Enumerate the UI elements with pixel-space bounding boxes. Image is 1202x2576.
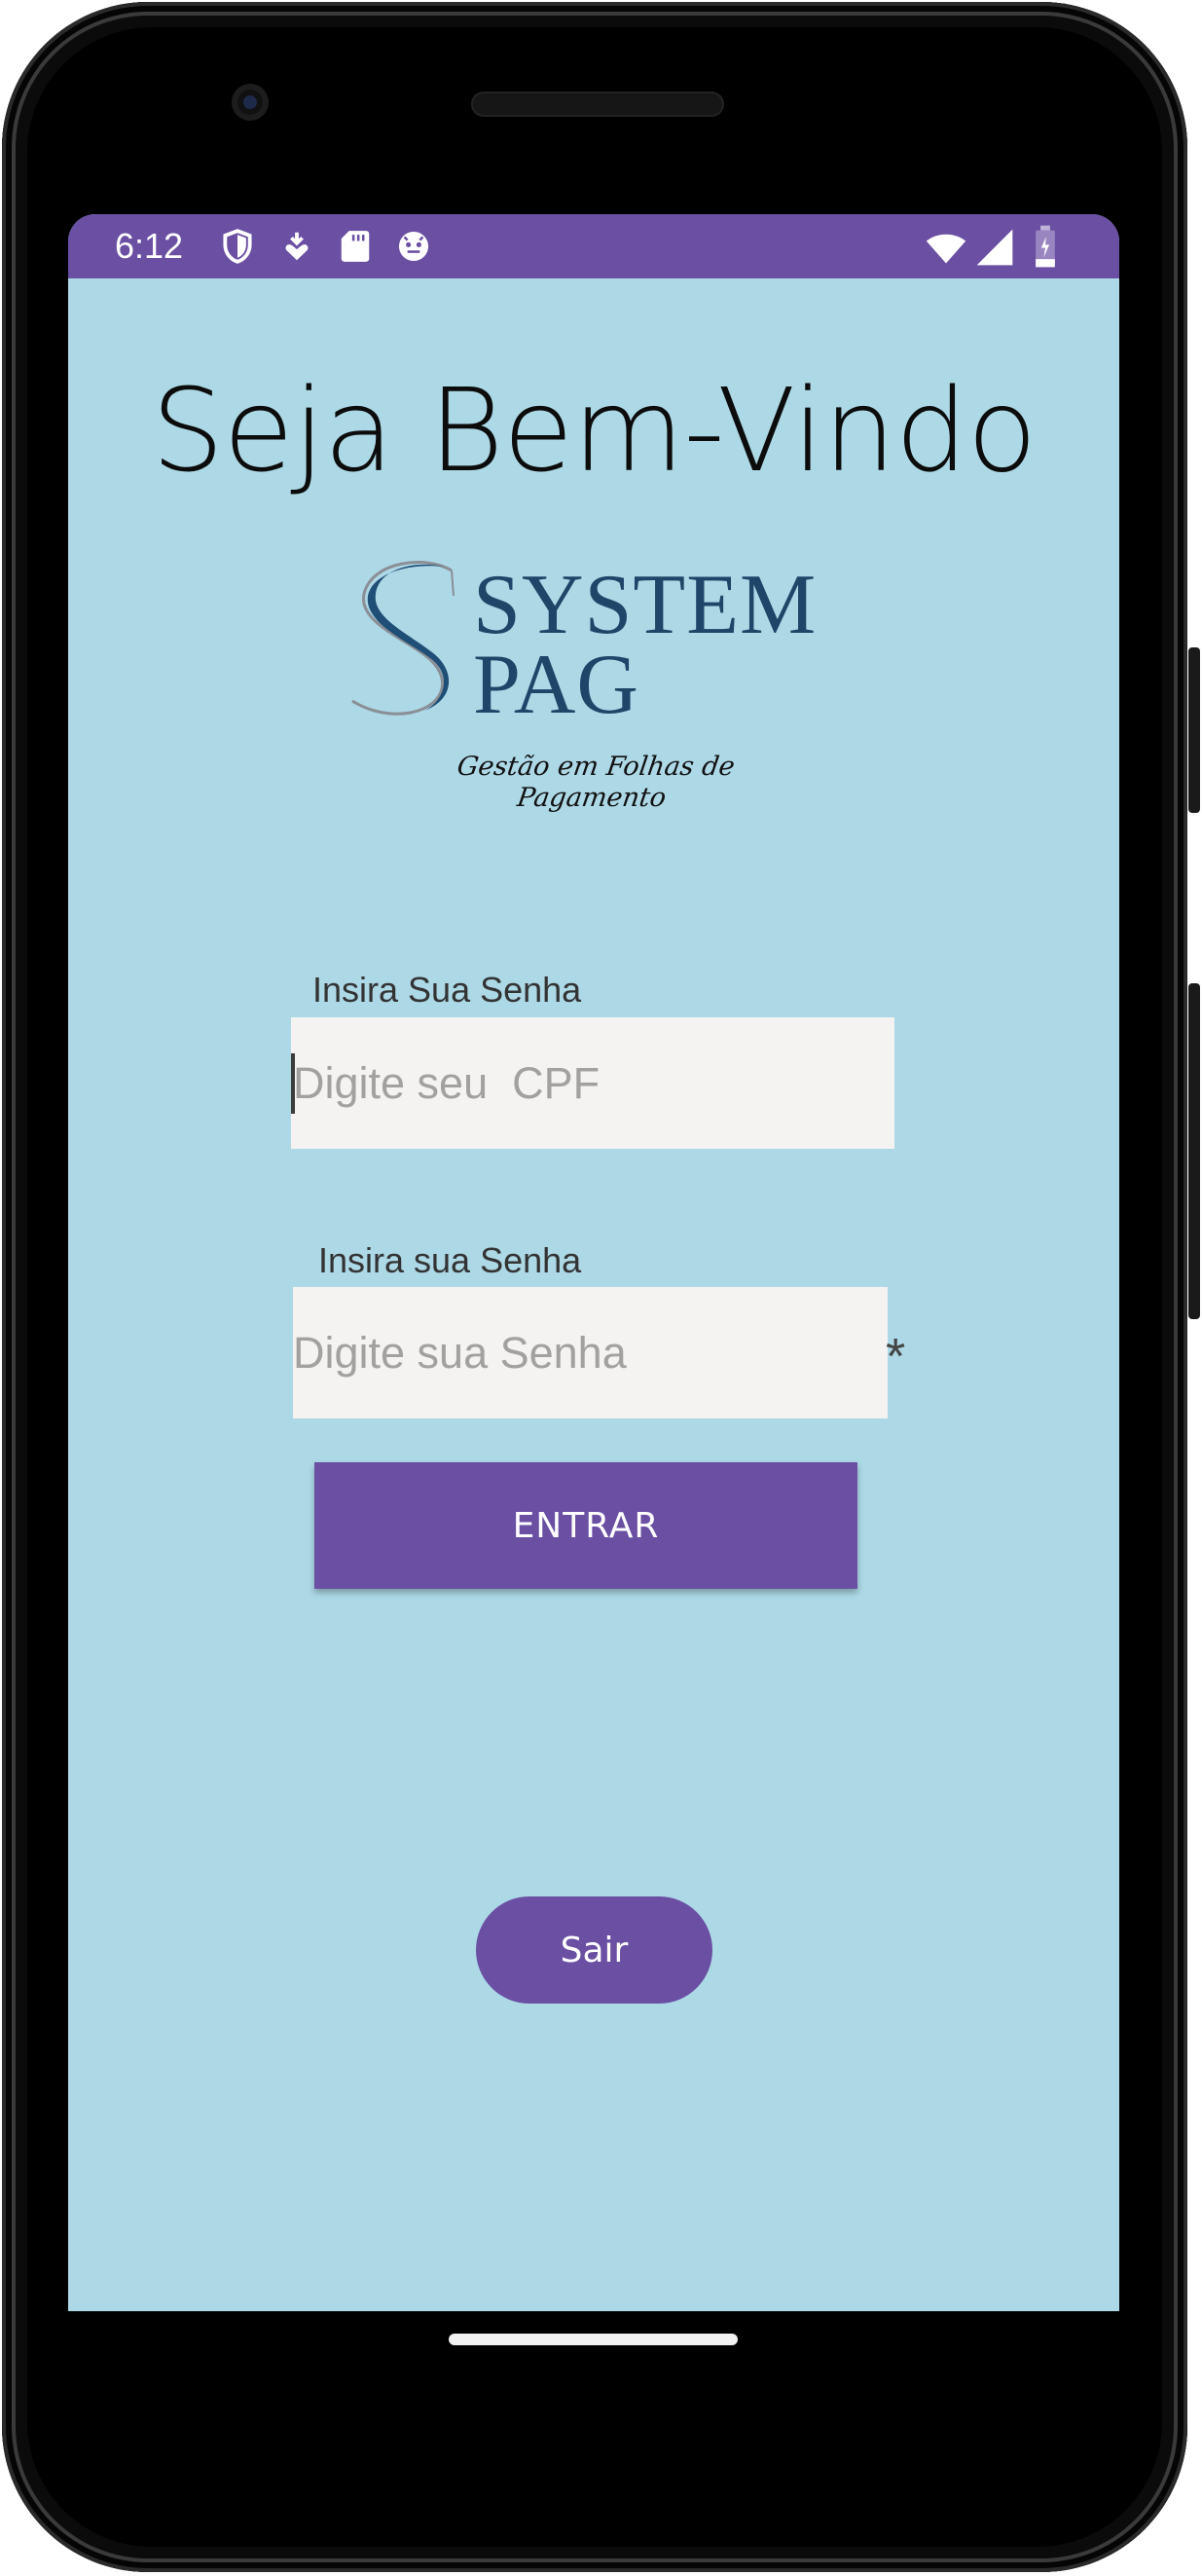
- welcome-title: Seja Bem-Vindo: [151, 363, 1037, 497]
- front-camera: [232, 84, 269, 121]
- cpf-input[interactable]: [291, 1017, 894, 1149]
- enter-button[interactable]: ENTRAR: [314, 1462, 857, 1589]
- logo-text-pag: PAG: [473, 638, 639, 732]
- earpiece-speaker: [471, 92, 724, 117]
- download-heart-icon: [285, 232, 309, 261]
- status-time: 6:12: [115, 226, 184, 266]
- status-bar: 6:12: [68, 214, 1119, 278]
- required-asterisk: *: [886, 1329, 906, 1385]
- power-button: [1188, 647, 1200, 813]
- volume-button: [1188, 983, 1200, 1319]
- exit-button[interactable]: Sair: [476, 1896, 712, 2004]
- system-pag-logo: SYSTEM PAG Gestão em Folhas de Pagamento: [350, 557, 856, 813]
- text-cursor: [291, 1053, 295, 1114]
- password-input[interactable]: [293, 1287, 888, 1418]
- app-screen: 6:12 Seja Bem-Vindo SYSTEM PAG Gestão em…: [68, 214, 1119, 2311]
- logo-s-mark: [351, 561, 455, 716]
- logo-tagline: Gestão em Folhas de Pagamento: [455, 752, 737, 813]
- home-gesture-bar[interactable]: [449, 2334, 738, 2345]
- signal-icon: [976, 229, 1013, 266]
- sd-card-icon: [341, 231, 370, 262]
- password-field-label: Insira sua Senha: [318, 1240, 582, 1280]
- cpf-field-label: Insira Sua Senha: [312, 970, 582, 1010]
- logo-text-system: SYSTEM: [473, 558, 818, 652]
- battery-icon: [1036, 225, 1055, 268]
- android-face-icon: [398, 231, 429, 262]
- shield-icon: [223, 229, 252, 264]
- wifi-icon: [926, 234, 966, 264]
